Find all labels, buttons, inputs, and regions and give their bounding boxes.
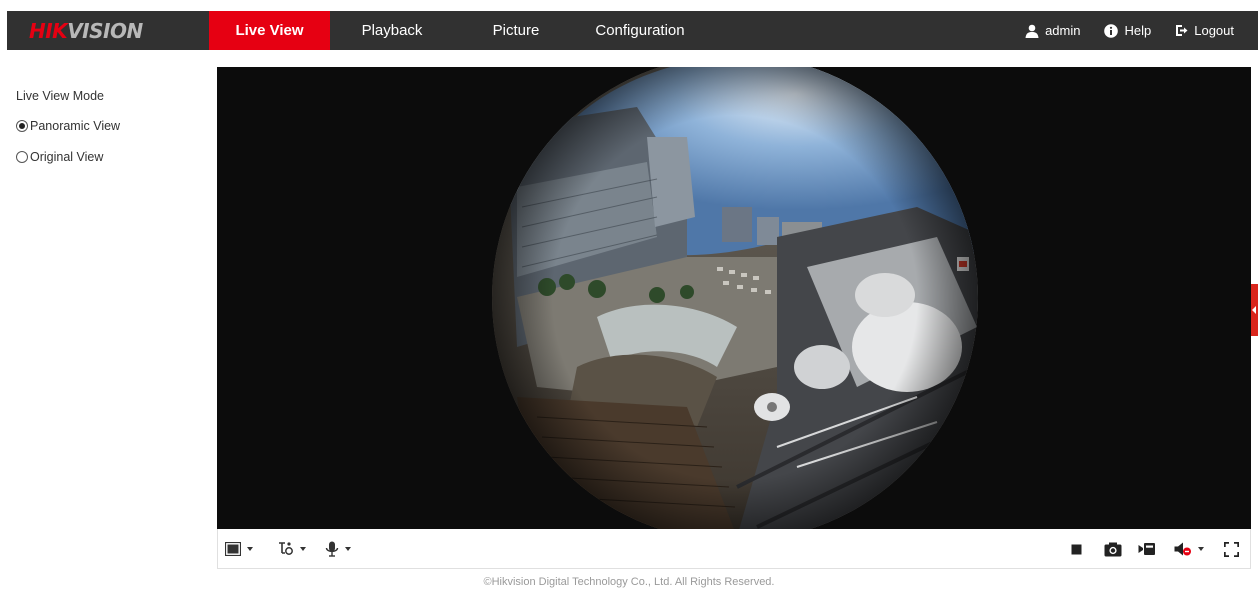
user-menu[interactable]: admin [1025, 23, 1080, 38]
panoramic-view-option[interactable]: Panoramic View [16, 116, 206, 136]
tab-picture[interactable]: Picture [477, 11, 555, 50]
ptz-panel-expand-tab[interactable] [1251, 284, 1258, 336]
stop-icon [1071, 544, 1082, 554]
record-button[interactable] [1138, 529, 1156, 569]
tab-playback[interactable]: Playback [347, 11, 437, 50]
live-view-mode-title: Live View Mode [16, 89, 105, 103]
chevron-down-icon [1198, 547, 1204, 551]
info-icon [1104, 23, 1119, 38]
original-view-label: Original View [30, 150, 104, 164]
stream-type-button[interactable] [278, 529, 306, 569]
panoramic-view-label: Panoramic View [30, 119, 121, 133]
window-layout-button[interactable] [225, 529, 253, 569]
user-area: admin Help Logout [1025, 11, 1258, 50]
logout-icon [1176, 25, 1188, 36]
two-way-audio-button[interactable] [325, 529, 351, 569]
stop-live-view-button[interactable] [1071, 529, 1082, 569]
window-layout-icon [225, 542, 241, 556]
tab-live-view[interactable]: Live View [209, 11, 330, 50]
capture-button[interactable] [1104, 529, 1122, 569]
chevron-down-icon [345, 547, 351, 551]
top-navigation-bar: HIKVISION Live View Playback Picture Con… [7, 11, 1258, 50]
fullscreen-icon [1224, 541, 1239, 557]
record-icon [1138, 543, 1155, 555]
tab-configuration[interactable]: Configuration [587, 11, 693, 50]
fullscreen-button[interactable] [1224, 529, 1239, 569]
hikvision-logo: HIKVISION [29, 19, 143, 43]
username-label: admin [1045, 23, 1081, 38]
chevron-down-icon [247, 547, 253, 551]
help-link[interactable]: Help [1104, 23, 1151, 38]
logout-label: Logout [1194, 23, 1234, 38]
capture-camera-icon [1104, 542, 1122, 556]
audio-muted-icon [1174, 542, 1191, 556]
help-label: Help [1124, 23, 1152, 38]
original-view-radio[interactable] [16, 151, 28, 163]
live-view-mode-panel: Live View Mode Panoramic View Original V… [16, 86, 206, 178]
chevron-down-icon [300, 547, 306, 551]
microphone-icon [325, 541, 339, 557]
fisheye-camera-image [492, 67, 978, 529]
original-view-option[interactable]: Original View [16, 147, 206, 167]
video-control-toolbar [217, 529, 1251, 569]
stream-type-icon [279, 542, 293, 555]
copyright-footer: ©Hikvision Digital Technology Co., Ltd. … [483, 576, 775, 588]
logout-link[interactable]: Logout [1175, 23, 1234, 38]
audio-button[interactable] [1174, 529, 1204, 569]
live-video-window[interactable] [217, 67, 1251, 529]
user-icon [1025, 24, 1039, 38]
logo-text-grey: VISION [67, 19, 143, 43]
logo-text-red: HIK [29, 19, 68, 43]
panoramic-view-radio[interactable] [16, 120, 28, 132]
